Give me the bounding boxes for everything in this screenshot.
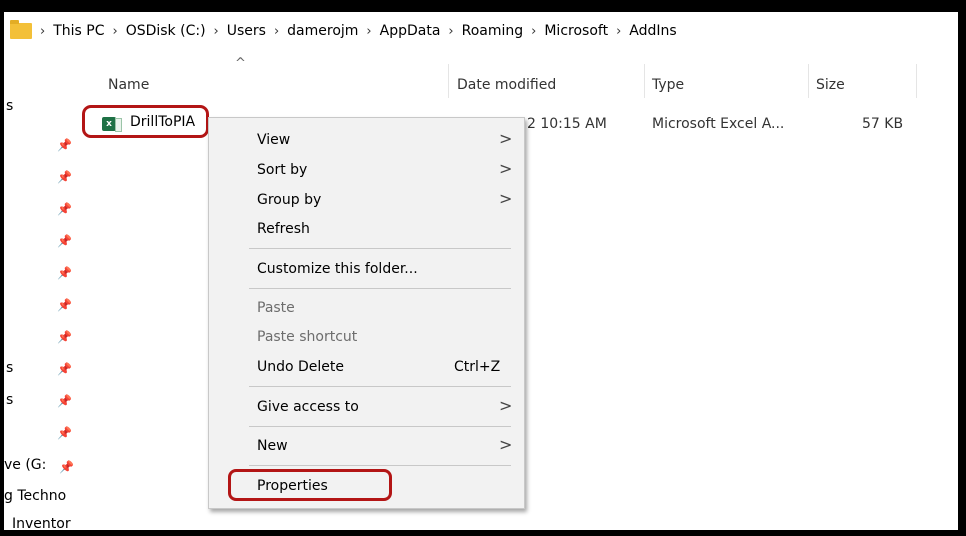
menu-item-sort-by[interactable]: Sort by: [257, 162, 307, 178]
pin-icon: 📌: [57, 298, 72, 312]
breadcrumb-separator[interactable]: ›: [448, 24, 453, 39]
nav-item-label[interactable]: s: [6, 392, 13, 408]
pin-icon: 📌: [57, 138, 72, 152]
column-header-size[interactable]: Size: [816, 77, 845, 93]
breadcrumb-separator[interactable]: ›: [214, 24, 219, 39]
frame-border-bottom: [0, 530, 966, 536]
nav-item-inventor[interactable]: Inventor: [12, 516, 71, 530]
breadcrumb-osdisk[interactable]: OSDisk (C:): [126, 23, 206, 39]
menu-item-undo-delete[interactable]: Undo Delete: [257, 359, 344, 375]
pin-icon: 📌: [57, 362, 72, 376]
menu-separator: [249, 465, 511, 466]
sort-ascending-icon: ^: [235, 56, 246, 71]
breadcrumb-users[interactable]: Users: [227, 23, 266, 39]
chevron-right-icon: >: [499, 129, 513, 148]
nav-item-drive-g[interactable]: ve (G:: [4, 457, 46, 473]
nav-item-label[interactable]: s: [6, 98, 13, 114]
frame-border-right: [958, 0, 966, 536]
column-divider[interactable]: [916, 64, 917, 98]
breadcrumb-appdata[interactable]: AppData: [380, 23, 441, 39]
breadcrumb: › This PC › OSDisk (C:) › Users › damero…: [4, 12, 950, 50]
column-header-name[interactable]: Name: [108, 77, 149, 93]
explorer-window: › This PC › OSDisk (C:) › Users › damero…: [0, 0, 958, 530]
column-divider[interactable]: [448, 64, 449, 98]
highlight-box-file: [82, 105, 209, 138]
frame-border-left: [0, 0, 4, 536]
file-size: 57 KB: [862, 116, 904, 132]
pin-icon: 📌: [59, 460, 74, 474]
breadcrumb-separator[interactable]: ›: [616, 24, 621, 39]
frame-border-top: [0, 0, 966, 12]
pin-icon: 📌: [57, 330, 72, 344]
context-menu: View > Sort by > Group by > Refresh Cust…: [208, 117, 525, 509]
pin-icon: 📌: [57, 394, 72, 408]
menu-item-new[interactable]: New: [257, 438, 288, 454]
menu-item-refresh[interactable]: Refresh: [257, 221, 310, 237]
nav-item-label[interactable]: s: [6, 360, 13, 376]
column-divider[interactable]: [808, 64, 809, 98]
menu-item-view[interactable]: View: [257, 132, 290, 148]
chevron-right-icon: >: [499, 189, 513, 208]
nav-item-techno[interactable]: g Techno: [4, 488, 66, 504]
column-header-date-modified[interactable]: Date modified: [457, 77, 556, 93]
chevron-right-icon: >: [499, 396, 513, 415]
breadcrumb-separator[interactable]: ›: [531, 24, 536, 39]
menu-separator: [249, 386, 511, 387]
chevron-right-icon: >: [499, 159, 513, 178]
breadcrumb-damerojm[interactable]: damerojm: [287, 23, 358, 39]
menu-separator: [249, 248, 511, 249]
pin-icon: 📌: [57, 202, 72, 216]
pin-icon: 📌: [57, 266, 72, 280]
column-header-type[interactable]: Type: [652, 77, 684, 93]
menu-item-customize-folder[interactable]: Customize this folder...: [257, 261, 418, 277]
breadcrumb-separator[interactable]: ›: [274, 24, 279, 39]
breadcrumb-microsoft[interactable]: Microsoft: [544, 23, 608, 39]
folder-icon[interactable]: [10, 20, 32, 39]
menu-separator: [249, 426, 511, 427]
menu-item-paste: Paste: [257, 300, 295, 316]
menu-item-give-access[interactable]: Give access to: [257, 399, 359, 415]
breadcrumb-roaming[interactable]: Roaming: [462, 23, 524, 39]
file-type: Microsoft Excel A...: [652, 116, 785, 132]
pin-icon: 📌: [57, 234, 72, 248]
breadcrumb-this-pc[interactable]: This PC: [53, 23, 104, 39]
menu-item-group-by[interactable]: Group by: [257, 192, 321, 208]
pin-icon: 📌: [57, 426, 72, 440]
pin-icon: 📌: [57, 170, 72, 184]
menu-separator: [249, 288, 511, 289]
column-divider[interactable]: [644, 64, 645, 98]
file-date-modified: 2 10:15 AM: [527, 116, 607, 132]
menu-item-paste-shortcut: Paste shortcut: [257, 329, 358, 345]
undo-shortcut-label: Ctrl+Z: [454, 359, 501, 375]
breadcrumb-separator[interactable]: ›: [40, 24, 45, 39]
breadcrumb-separator[interactable]: ›: [366, 24, 371, 39]
breadcrumb-separator[interactable]: ›: [112, 24, 117, 39]
highlight-box-properties: [228, 469, 392, 501]
chevron-right-icon: >: [499, 435, 513, 454]
breadcrumb-addins[interactable]: AddIns: [629, 23, 676, 39]
